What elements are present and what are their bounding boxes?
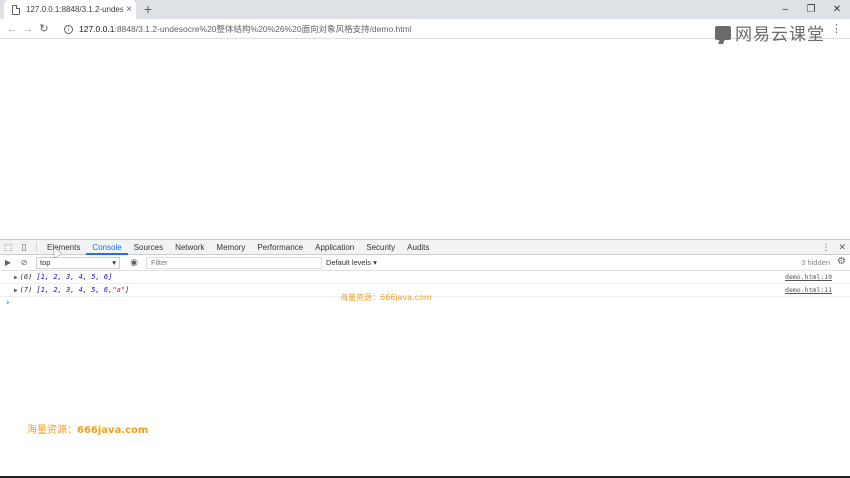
tab-memory[interactable]: Memory [210, 240, 251, 254]
tab-console[interactable]: Console [86, 240, 129, 255]
eye-icon[interactable]: ◉ [124, 257, 144, 268]
url-host: 127.0.0.1 [79, 24, 115, 34]
minimize-button[interactable]: – [772, 0, 798, 19]
devtools-actions: ⋮ ✕ [821, 240, 846, 254]
window-controls: – ❐ ✕ [772, 0, 850, 19]
forward-arrow-icon[interactable]: → [20, 23, 36, 35]
url-path: :8848/3.1.2-undesocre%20整体结构%20%26%20面向对… [114, 24, 412, 34]
browser-tabstrip: 127.0.0.1:8848/3.1.2-undesocr × + – ❐ ✕ [0, 0, 850, 19]
chevron-down-icon: ▾ [112, 258, 116, 267]
expand-arrow-icon[interactable]: ▶ [14, 274, 18, 281]
tab-title: 127.0.0.1:8848/3.1.2-undesocr [26, 5, 124, 14]
document-icon [12, 4, 20, 15]
tab-performance[interactable]: Performance [251, 240, 309, 254]
clear-console-icon[interactable]: ⊘ [16, 258, 32, 267]
new-tab-button[interactable]: + [144, 1, 152, 17]
devtools-menu-icon[interactable]: ⋮ [821, 242, 830, 253]
array-length: (6) [19, 273, 33, 281]
expand-arrow-icon[interactable]: ▶ [14, 287, 18, 294]
context-value: top [40, 258, 51, 267]
back-arrow-icon[interactable]: ← [4, 23, 20, 35]
log-levels-dropdown[interactable]: Default levels ▾ [326, 258, 377, 267]
gear-icon[interactable]: ⚙ [837, 256, 846, 267]
hidden-count: 3 hidden [801, 258, 830, 267]
device-toolbar-icon[interactable]: ▯ [16, 240, 32, 254]
array-values: [1, 2, 3, 4, 5, 6] [36, 273, 113, 281]
devtools-panel: ⬚ ▯ Elements Console Sources Network Mem… [0, 239, 850, 478]
array-close-bracket: ] [125, 286, 130, 294]
array-length: (7) [19, 286, 33, 294]
array-string-value: "a" [112, 286, 126, 294]
devtools-tabbar: ⬚ ▯ Elements Console Sources Network Mem… [0, 239, 850, 255]
toolbar-divider [36, 243, 37, 251]
address-bar[interactable]: i 127.0.0.1:8848/3.1.2-undesocre%20整体结构%… [58, 21, 758, 37]
source-link[interactable]: demo.html:10 [785, 273, 832, 281]
browser-menu-icon[interactable]: ⋮ [831, 22, 842, 36]
url-text[interactable]: 127.0.0.1:8848/3.1.2-undesocre%20整体结构%20… [79, 23, 412, 35]
filter-input[interactable] [146, 256, 322, 269]
tab-sources[interactable]: Sources [128, 240, 169, 254]
watermark-label: 海量资源： [27, 425, 77, 436]
reload-icon[interactable]: ↻ [36, 22, 52, 35]
tab-elements[interactable]: Elements [41, 240, 86, 254]
context-select[interactable]: top ▾ [36, 256, 120, 269]
tab-close-icon[interactable]: × [126, 4, 132, 15]
close-window-button[interactable]: ✕ [824, 0, 850, 19]
tab-audits[interactable]: Audits [401, 240, 435, 254]
console-toolbar: ▶ ⊘ top ▾ ◉ Default levels ▾ 3 hidden ⚙ [0, 255, 850, 271]
watermark-bottom: 海量资源：666java.com [27, 421, 148, 436]
sidebar-toggle-icon[interactable]: ▶ [0, 258, 16, 267]
watermark-site: 666java.com [77, 425, 149, 436]
inspect-element-icon[interactable]: ⬚ [0, 240, 16, 254]
watermark-middle: 海量资源：666java.com [340, 293, 432, 302]
logo-mark-icon [715, 25, 731, 40]
info-icon[interactable]: i [64, 24, 73, 34]
devtools-close-icon[interactable]: ✕ [838, 242, 846, 253]
netease-logo: 网易云课堂 [715, 20, 825, 45]
logo-text: 网易云课堂 [735, 25, 825, 45]
restore-button[interactable]: ❐ [798, 0, 824, 19]
browser-tab[interactable]: 127.0.0.1:8848/3.1.2-undesocr × [4, 0, 136, 19]
array-values: [1, 2, 3, 4, 5, 6, [36, 286, 113, 294]
tab-application[interactable]: Application [309, 240, 360, 254]
source-link[interactable]: demo.html:11 [785, 286, 832, 294]
tab-network[interactable]: Network [169, 240, 210, 254]
tab-security[interactable]: Security [360, 240, 401, 254]
console-log-row[interactable]: ▶ (6) [1, 2, 3, 4, 5, 6] demo.html:10 [0, 271, 850, 284]
